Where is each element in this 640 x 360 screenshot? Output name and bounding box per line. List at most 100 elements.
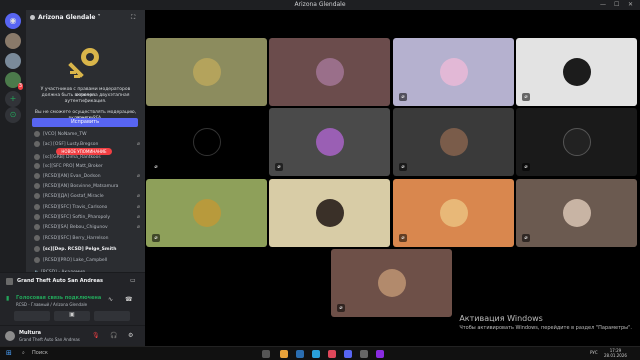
chevron-down-icon: ˅ bbox=[97, 14, 101, 21]
invite-icon[interactable]: ⛶ bbox=[131, 14, 135, 22]
server-icon[interactable] bbox=[5, 53, 21, 69]
activation-subtitle: Чтобы активировать Windows, перейдите в … bbox=[459, 325, 632, 331]
video-tile[interactable]: ⌀ bbox=[393, 108, 514, 176]
camera-button[interactable] bbox=[14, 311, 50, 321]
avatar bbox=[34, 153, 40, 160]
explorer-icon[interactable] bbox=[280, 350, 288, 358]
video-tile[interactable]: ⌀ bbox=[516, 108, 637, 176]
gear-icon[interactable]: ⚙ bbox=[128, 332, 133, 339]
discover-icon[interactable]: ⊙ bbox=[5, 107, 21, 123]
member-name: [sc][Dep. RCSD] Pelge_Smith bbox=[43, 247, 117, 252]
member-item[interactable]: [RCSD][SFC] Berry_Harrelson bbox=[34, 234, 142, 243]
search-icon[interactable]: ⌕ bbox=[22, 350, 25, 356]
avatar bbox=[34, 234, 40, 241]
member-name: [RCSD][SFC] Softin_Pharopoly bbox=[43, 215, 110, 220]
server-icon[interactable]: 3 bbox=[5, 72, 23, 90]
video-tile[interactable]: ⌀ bbox=[269, 108, 390, 176]
video-tile[interactable] bbox=[269, 38, 390, 106]
avatar bbox=[439, 58, 468, 86]
video-tile[interactable] bbox=[146, 38, 267, 106]
member-item[interactable]: [RCSD][SFC] Softin_Pharopoly ⌀ bbox=[34, 213, 142, 222]
app-icon[interactable] bbox=[360, 350, 368, 358]
mfa-text: аутентификация. bbox=[64, 99, 107, 104]
avatar bbox=[34, 213, 40, 220]
member-item[interactable]: [RCSD][PRO] Lake_Campbell bbox=[34, 256, 142, 265]
member-item[interactable]: [sc][GRB] Dima_Rantkoos bbox=[34, 153, 142, 162]
member-item[interactable]: [sc][SFC PRO] Matt_Broker bbox=[34, 162, 142, 171]
browser-icon[interactable] bbox=[296, 350, 304, 358]
avatar[interactable] bbox=[5, 331, 15, 341]
video-tile[interactable]: ⌀ bbox=[516, 38, 637, 106]
mic-off-icon: ⌀ bbox=[136, 214, 140, 220]
mic-off-icon: ⌀ bbox=[136, 173, 140, 179]
taskbar-search-label[interactable]: Поиск bbox=[32, 350, 48, 356]
activity-panel[interactable]: Grand Theft Auto San Andreas ▭ bbox=[0, 272, 145, 290]
monitor-icon[interactable]: ▭ bbox=[130, 277, 136, 284]
user-panel: Multura Grand Theft Auto San Andreas 🎙 🎧… bbox=[0, 325, 145, 346]
member-item[interactable]: [RCSD][AN] Bosvinne_Matsamura bbox=[34, 182, 142, 191]
member-name: [sc][GRB] Dima_Rantkoos bbox=[43, 155, 101, 160]
member-name: [RCSD][AN] Evan_Dodson bbox=[43, 174, 101, 179]
maximize-icon[interactable]: ☐ bbox=[614, 1, 619, 8]
video-tile[interactable]: ⌀ bbox=[331, 249, 452, 317]
video-tile[interactable]: ⌀ bbox=[393, 38, 514, 106]
voice-status: Голосовая связь подключена bbox=[16, 295, 102, 301]
member-name: [RCSD][SFC] Berry_Harrelson bbox=[43, 236, 109, 241]
mic-off-icon: ⌀ bbox=[136, 204, 140, 210]
member-item[interactable]: [RCSD][ДА] Gostaf_Miracle ⌀ bbox=[34, 192, 142, 201]
video-tile[interactable]: ⌀ bbox=[146, 179, 267, 247]
add-server-icon[interactable]: + bbox=[5, 91, 21, 107]
headphones-icon[interactable]: 🎧 bbox=[110, 332, 117, 339]
server-header[interactable]: Arizona Glendale ˅ bbox=[26, 10, 145, 25]
mic-icon[interactable]: 🎙 bbox=[92, 332, 100, 339]
avatar bbox=[562, 128, 591, 156]
app-icon[interactable] bbox=[376, 350, 384, 358]
mic-off-icon: ⌀ bbox=[152, 163, 160, 171]
minimize-icon[interactable]: — bbox=[600, 1, 606, 8]
telegram-icon[interactable] bbox=[312, 350, 320, 358]
user-status: Grand Theft Auto San Andreas bbox=[19, 337, 80, 342]
avatar bbox=[34, 192, 40, 199]
member-item[interactable]: [RCSD][SA] Bebou_Chigunov ⌀ bbox=[34, 223, 142, 232]
member-item[interactable]: [VCO] NoName_TW bbox=[34, 130, 142, 139]
server-icon[interactable] bbox=[5, 33, 21, 49]
member-name: [RCSD][SFC] Travis_Carlsono bbox=[43, 205, 108, 210]
avatar bbox=[315, 199, 344, 227]
activity-button[interactable] bbox=[94, 311, 130, 321]
taskview-icon[interactable] bbox=[262, 350, 270, 358]
avatar bbox=[34, 130, 40, 137]
noise-icon[interactable]: ∿ bbox=[108, 296, 113, 303]
avatar bbox=[34, 223, 40, 230]
mic-off-icon: ⌀ bbox=[522, 234, 530, 242]
member-name: [ac] [OSF] Lusty.Bregson bbox=[43, 142, 99, 147]
screenshare-button[interactable]: ▣ bbox=[54, 311, 90, 321]
username: Multura bbox=[19, 330, 42, 336]
windows-start-icon[interactable]: ⊞ bbox=[6, 349, 12, 357]
member-item[interactable]: [RCSD][AN] Evan_Dodson ⌀ bbox=[34, 172, 142, 181]
avatar bbox=[34, 245, 40, 252]
member-item[interactable]: [sc][Dep. RCSD] Pelge_Smith bbox=[34, 245, 142, 254]
fix-button[interactable]: Исправить bbox=[32, 118, 138, 127]
video-tile[interactable]: ⌀ bbox=[146, 108, 267, 176]
avatar bbox=[192, 199, 221, 227]
clock[interactable]: 17:29 28.01.2026 bbox=[604, 348, 627, 358]
member-name: [RCSD][SA] Bebou_Chigunov bbox=[43, 225, 108, 230]
voice-channel[interactable]: RCSD - Главный / Arizona Glendale bbox=[16, 302, 87, 307]
language-indicator[interactable]: РУС bbox=[590, 350, 598, 355]
app-icon[interactable] bbox=[328, 350, 336, 358]
mic-off-icon: ⌀ bbox=[522, 93, 530, 101]
discord-icon[interactable] bbox=[344, 350, 352, 358]
avatar bbox=[34, 182, 40, 189]
close-icon[interactable]: ✕ bbox=[628, 1, 633, 8]
avatar bbox=[34, 162, 40, 169]
video-tile[interactable]: ⌀ bbox=[393, 179, 514, 247]
avatar bbox=[192, 128, 221, 156]
disconnect-icon[interactable]: ☎ bbox=[125, 296, 132, 303]
video-tile[interactable] bbox=[269, 179, 390, 247]
discord-home-icon[interactable]: ◉ bbox=[5, 13, 21, 29]
video-tile[interactable]: ⌀ bbox=[516, 179, 637, 247]
member-name: [sc][SFC PRO] Matt_Broker bbox=[43, 164, 103, 169]
member-item[interactable]: [RCSD][SFC] Travis_Carlsono ⌀ bbox=[34, 203, 142, 212]
mic-off-icon: ⌀ bbox=[337, 304, 345, 312]
voice-panel: ▮ Голосовая связь подключена RCSD - Глав… bbox=[0, 290, 145, 325]
